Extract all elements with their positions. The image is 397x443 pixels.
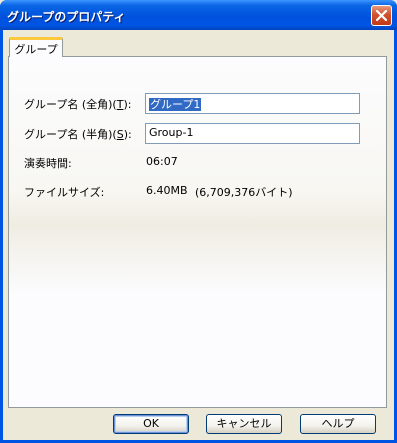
duration-label: 演奏時間: bbox=[24, 157, 72, 170]
tab-panel-group: グループ名 (全角)(T): グループ1 グループ名 (半角)(S): Grou… bbox=[8, 56, 387, 408]
title-bar[interactable]: グループのプロパティ bbox=[0, 0, 397, 30]
close-icon bbox=[376, 10, 387, 21]
help-button[interactable]: ヘルプ bbox=[300, 414, 376, 434]
close-button[interactable] bbox=[371, 5, 392, 26]
dialog-client-area: グループ グループ名 (全角)(T): グループ1 グループ名 (半角)(S):… bbox=[3, 30, 394, 440]
cancel-button[interactable]: キャンセル bbox=[206, 414, 282, 434]
filesize-value: 6.40MB bbox=[146, 184, 188, 197]
group-name-half-value: Group-1 bbox=[149, 126, 194, 139]
group-name-full-label: グループ名 (全角)(T): bbox=[24, 98, 132, 111]
window-title: グループのプロパティ bbox=[7, 10, 126, 24]
group-name-full-value: グループ1 bbox=[149, 98, 202, 111]
tab-group[interactable]: グループ bbox=[9, 37, 63, 57]
properties-dialog: グループのプロパティ グループ グループ名 (全角)(T): グループ1 グルー… bbox=[0, 0, 397, 443]
group-name-half-input[interactable]: Group-1 bbox=[145, 123, 360, 144]
ok-button[interactable]: OK bbox=[113, 414, 189, 434]
duration-value: 06:07 bbox=[146, 155, 178, 168]
filesize-label: ファイルサイズ: bbox=[24, 186, 105, 199]
access-key-s: S bbox=[116, 128, 124, 141]
tab-group-label: グループ bbox=[14, 43, 58, 56]
group-name-full-input[interactable]: グループ1 bbox=[145, 93, 360, 114]
group-name-half-label: グループ名 (半角)(S): bbox=[24, 128, 132, 141]
filesize-bytes: (6,709,376バイト) bbox=[195, 186, 293, 199]
